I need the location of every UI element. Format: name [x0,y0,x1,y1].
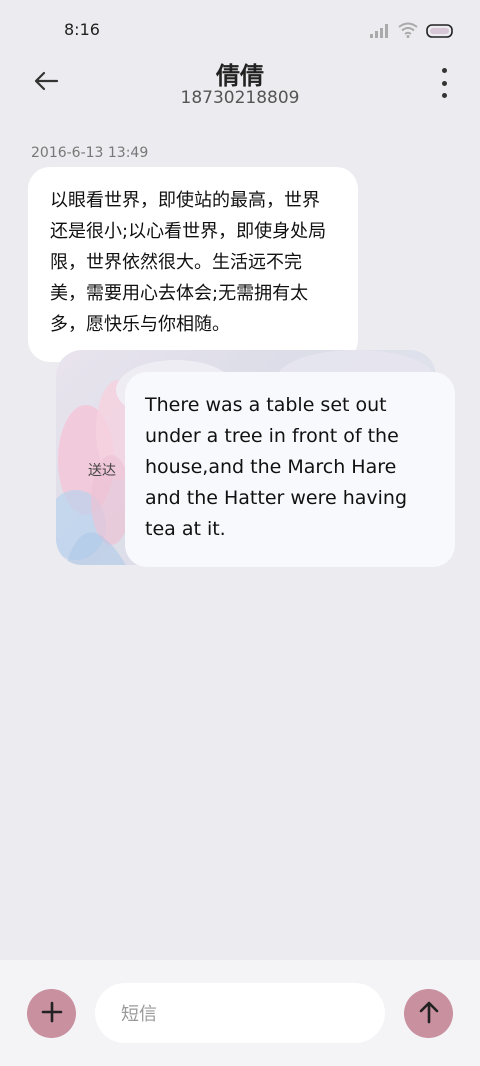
status-icons [370,22,454,42]
sms-input-placeholder: 短信 [121,1004,157,1025]
delivered-status: 送达 [88,463,116,479]
wifi-icon [398,22,418,42]
conversation-header: 倩倩 18730218809 [0,50,480,120]
signal-icon [370,23,390,42]
plus-icon [41,1001,63,1027]
incoming-message-bubble[interactable]: 以眼看世界，即使站的最高，世界还是很小;以心看世界，即使身处局限，世界依然很大。… [28,167,358,362]
status-time: 8:16 [64,20,100,39]
arrow-up-icon [418,1000,440,1028]
contact-number: 18730218809 [180,88,300,108]
outgoing-message-bubble[interactable]: There was a table set out under a tree i… [125,372,455,567]
more-options-button[interactable] [436,68,452,98]
composer-bar: 短信 [0,960,480,1066]
send-button[interactable] [404,989,453,1038]
more-vertical-icon [441,68,447,73]
sms-input[interactable]: 短信 [95,983,385,1043]
battery-icon [426,23,454,42]
message-timestamp: 2016-6-13 13:49 [31,145,149,161]
add-attachment-button[interactable] [27,989,76,1038]
contact-name: 倩倩 [216,62,264,90]
